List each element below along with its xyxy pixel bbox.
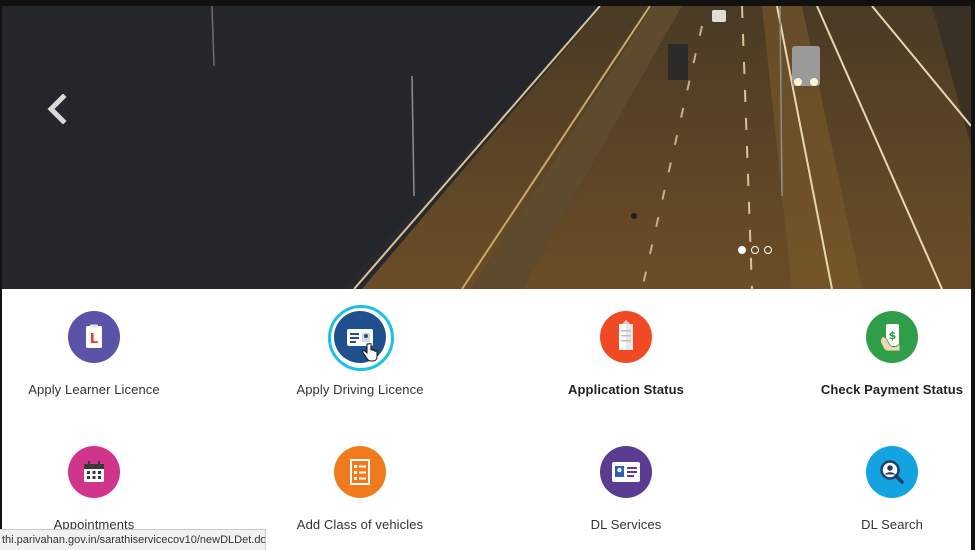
service-label: Check Payment Status [820,382,964,397]
service-add-class-of-vehicles[interactable]: Add Class of vehicles [240,446,480,532]
document-status-icon [600,311,652,363]
svg-text:L: L [90,332,98,347]
service-label: Apply Learner Licence [28,382,160,397]
services-grid: L Apply Learner Licence Apply Driving Li… [2,289,971,550]
slider-prev-button[interactable] [42,86,72,132]
slider-pagination [738,246,772,254]
calendar-icon [68,446,120,498]
highway-night-image [2,6,971,289]
service-label: DL Services [590,517,662,532]
service-label: Add Class of vehicles [296,517,424,532]
payment-hand-icon: $ [866,311,918,363]
id-card-icon [600,446,652,498]
learner-licence-icon: L [68,311,120,363]
service-appointments[interactable]: Appointments [0,446,214,532]
slider-dot-2[interactable] [751,246,759,254]
service-label: DL Search [861,517,923,532]
browser-status-url: thi.parivahan.gov.in/sarathiservicecov10… [0,529,266,550]
driving-licence-card-icon [328,305,394,371]
service-application-status[interactable]: Application Status [506,311,746,397]
hero-slider [2,6,971,289]
service-dl-search[interactable]: DL Search [772,446,975,532]
service-apply-learner-licence[interactable]: L Apply Learner Licence [0,311,214,397]
service-apply-driving-licence[interactable]: Apply Driving Licence [240,305,480,397]
svg-text:$: $ [889,329,897,342]
slider-dot-3[interactable] [764,246,772,254]
search-person-icon [866,446,918,498]
list-form-icon [334,446,386,498]
hand-cursor-icon [362,343,378,362]
service-label: Apply Driving Licence [296,382,424,397]
slider-dot-1[interactable] [738,246,746,254]
chevron-left-icon [47,94,67,124]
service-check-payment-status[interactable]: $ Check Payment Status [772,311,975,397]
service-label: Application Status [568,382,684,397]
service-dl-services[interactable]: DL Services [506,446,746,532]
